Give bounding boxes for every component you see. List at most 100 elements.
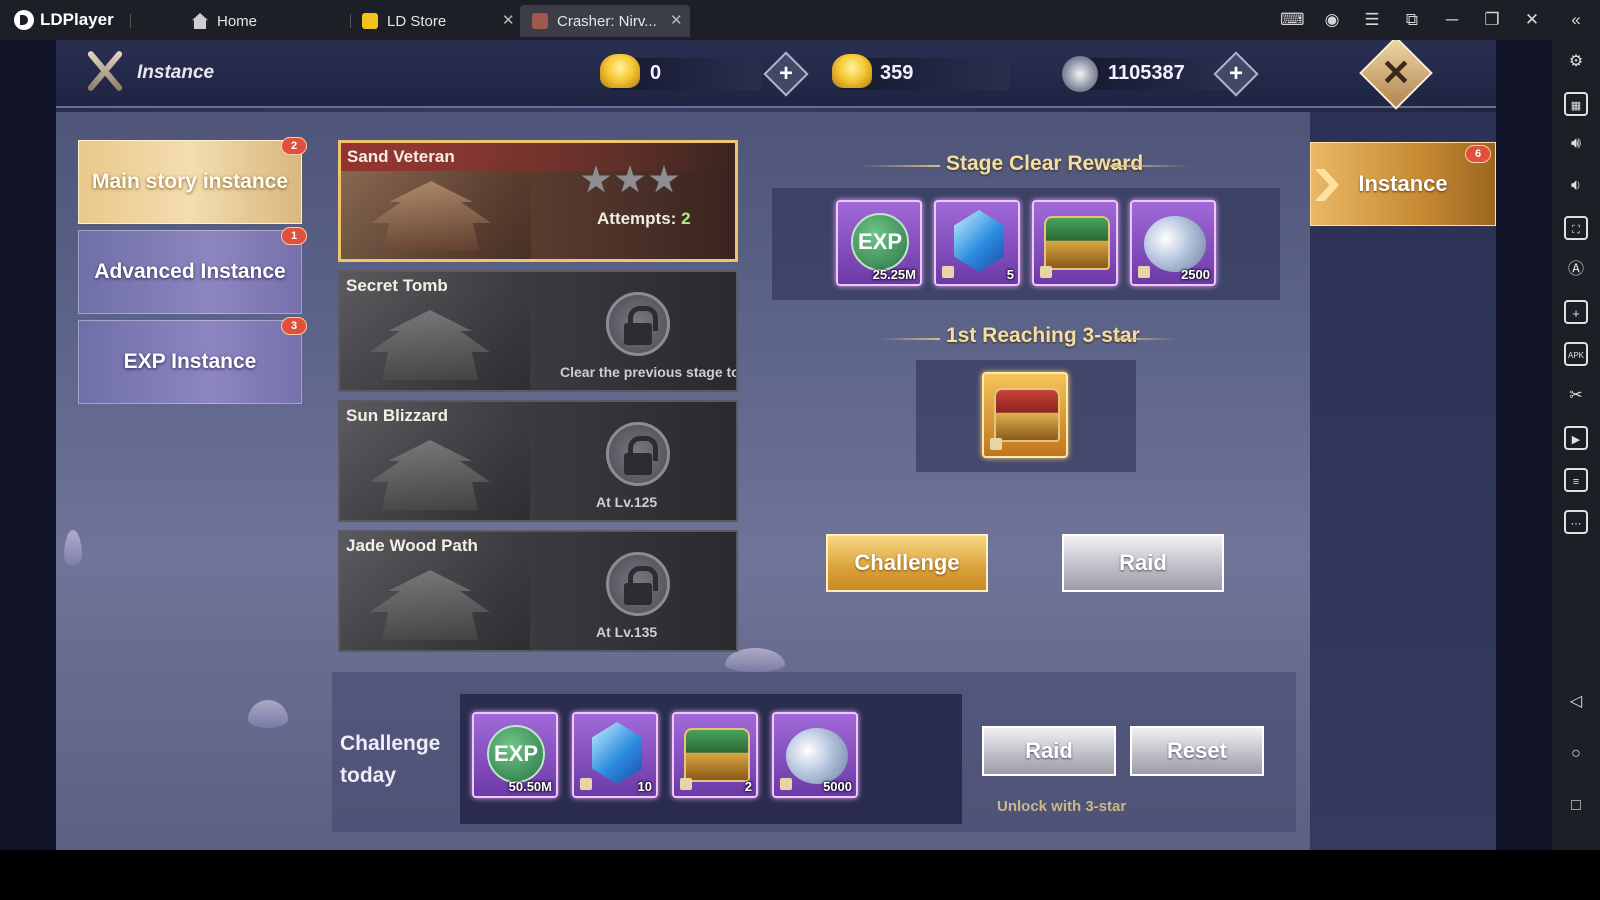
ldplayer-logo: LDPlayer — [14, 8, 114, 32]
reward-item-chest[interactable] — [1032, 200, 1118, 286]
settings-icon[interactable]: ⚙ — [1564, 50, 1588, 74]
category-exp[interactable]: EXP Instance 3 — [78, 317, 307, 404]
bound-lock-icon — [1040, 266, 1052, 278]
maximize-icon[interactable]: ❐ — [1480, 8, 1504, 32]
category-advanced[interactable]: Advanced Instance 1 — [78, 227, 307, 314]
item-quantity: 2500 — [1181, 267, 1210, 282]
star-icon — [581, 165, 611, 193]
unlock-requirement: Clear the previous stage to — [560, 364, 738, 380]
fullscreen-icon[interactable]: ⛶ — [1564, 216, 1588, 240]
green-chest-icon — [684, 728, 750, 782]
reward-item-coins[interactable]: 2500 — [1130, 200, 1216, 286]
side-tab-instance[interactable]: Instance 6 — [1310, 142, 1496, 226]
notification-badge: 3 — [281, 317, 307, 335]
item-quantity: 5 — [1006, 267, 1014, 282]
lock-icon — [606, 292, 670, 356]
category-label: Advanced Instance — [94, 260, 286, 283]
tab-game[interactable]: Crasher: Nirv... ✕ — [520, 5, 690, 37]
emulator-titlebar: LDPlayer Home LD Store ✕ Crasher: Nirv..… — [0, 0, 1600, 40]
bound-lock-icon — [680, 778, 692, 790]
today-item-coins[interactable]: 5000 — [772, 712, 858, 798]
gamepad-icon[interactable]: ⌨ — [1280, 8, 1305, 32]
gold-ingot-icon — [600, 54, 640, 88]
today-item-exp[interactable]: EXP 50.50M — [472, 712, 558, 798]
screen-frame-left — [0, 40, 56, 850]
tab-divider — [130, 14, 131, 28]
challenge-today-line1: Challenge — [340, 732, 441, 755]
challenge-today-label: Challenge today — [340, 728, 440, 792]
operation-record-icon[interactable]: Ⓐ — [1564, 258, 1588, 282]
close-tab-icon[interactable]: ✕ — [670, 5, 683, 37]
item-quantity: 10 — [637, 779, 652, 794]
menu-icon[interactable]: ☰ — [1360, 8, 1384, 32]
back-triangle-icon[interactable]: ◁ — [1564, 690, 1588, 714]
category-main-story[interactable]: Main story instance 2 — [78, 137, 307, 224]
star-icon — [649, 165, 679, 193]
stage-card-jade-wood-path[interactable]: Jade Wood Path At Lv.135 — [338, 530, 738, 652]
stage-name: Secret Tomb — [346, 276, 448, 295]
home-icon — [192, 13, 208, 29]
collapse-sidebar-icon[interactable]: « — [1564, 8, 1588, 32]
close-window-icon[interactable]: ✕ — [1520, 8, 1544, 32]
tab-home-label: Home — [217, 12, 258, 30]
title-ornament — [880, 338, 940, 340]
stage-name: Sun Blizzard — [346, 406, 449, 425]
chevron-right-icon — [1315, 169, 1339, 201]
today-item-gem[interactable]: 10 — [572, 712, 658, 798]
stage-artwork — [340, 550, 530, 650]
tab-home[interactable]: Home — [192, 5, 342, 37]
title-ornament — [1110, 165, 1190, 167]
unlock-requirement: At Lv.135 — [596, 624, 658, 640]
screenshot-scissors-icon[interactable]: ✂ — [1564, 384, 1588, 408]
today-item-chest[interactable]: 2 — [672, 712, 758, 798]
reset-button[interactable]: Reset — [1130, 726, 1264, 776]
home-circle-icon[interactable]: ○ — [1564, 742, 1588, 766]
reward-item-gem[interactable]: 5 — [934, 200, 1020, 286]
exp-orb-icon: EXP — [851, 213, 909, 271]
add-window-icon[interactable]: + — [1564, 300, 1588, 324]
ldplayer-logo-icon — [14, 10, 34, 30]
notification-badge: 2 — [281, 137, 307, 155]
category-label: Main story instance — [91, 170, 289, 193]
sync-icon[interactable]: ≡ — [1564, 468, 1588, 492]
game-screen: Instance 0 + 359 1105387 + ✕ Main story … — [0, 40, 1552, 850]
attempts-value: 2 — [681, 209, 691, 228]
bound-gold-ingot-icon — [832, 54, 872, 88]
close-x-icon: ✕ — [1380, 52, 1412, 93]
apk-install-icon[interactable]: APK — [1564, 342, 1588, 366]
stage-artwork — [340, 290, 530, 390]
more-icon[interactable]: ⋯ — [1564, 510, 1588, 534]
bottom-black-bar — [0, 850, 1552, 900]
category-label: EXP Instance — [123, 350, 257, 373]
stage-clear-reward-title: Stage Clear Reward — [946, 152, 1144, 175]
volume-up-icon[interactable]: 🔊︎ — [1564, 132, 1588, 156]
recent-apps-icon[interactable]: □ — [1564, 794, 1588, 818]
stage-card-secret-tomb[interactable]: Secret Tomb Clear the previous stage to — [338, 270, 738, 392]
page-title: Instance — [137, 62, 215, 83]
today-raid-button[interactable]: Raid — [982, 726, 1116, 776]
keyboard-icon[interactable]: ▦ — [1564, 92, 1588, 116]
close-tab-icon[interactable]: ✕ — [502, 5, 515, 37]
stage-card-sand-veteran[interactable]: Sand Veteran Attempts: 2 — [338, 140, 738, 262]
stage-card-sun-blizzard[interactable]: Sun Blizzard At Lv.125 — [338, 400, 738, 522]
blue-gem-icon — [592, 722, 642, 784]
tab-store-label: LD Store — [387, 12, 447, 30]
reward-item-exp[interactable]: EXP 25.25M — [836, 200, 922, 286]
challenge-button[interactable]: Challenge — [826, 534, 988, 592]
restore-window-icon[interactable]: ⧉ — [1400, 8, 1424, 32]
bound-lock-icon — [580, 778, 592, 790]
tab-ld-store[interactable]: LD Store ✕ — [362, 5, 517, 37]
bound-lock-icon — [942, 266, 954, 278]
reward-item-red-chest[interactable] — [982, 372, 1068, 458]
video-record-icon[interactable]: ▶ — [1564, 426, 1588, 450]
lock-icon — [606, 552, 670, 616]
account-icon[interactable]: ◉ — [1320, 8, 1344, 32]
star-rating — [581, 165, 679, 195]
minimize-icon[interactable]: ─ — [1440, 8, 1464, 32]
volume-down-icon[interactable]: 🔉︎ — [1564, 174, 1588, 198]
stage-artwork — [341, 161, 531, 259]
raid-button[interactable]: Raid — [1062, 534, 1224, 592]
title-ornament — [1116, 338, 1176, 340]
silver-value: 1105387 — [1108, 62, 1185, 84]
red-chest-icon — [994, 388, 1060, 442]
